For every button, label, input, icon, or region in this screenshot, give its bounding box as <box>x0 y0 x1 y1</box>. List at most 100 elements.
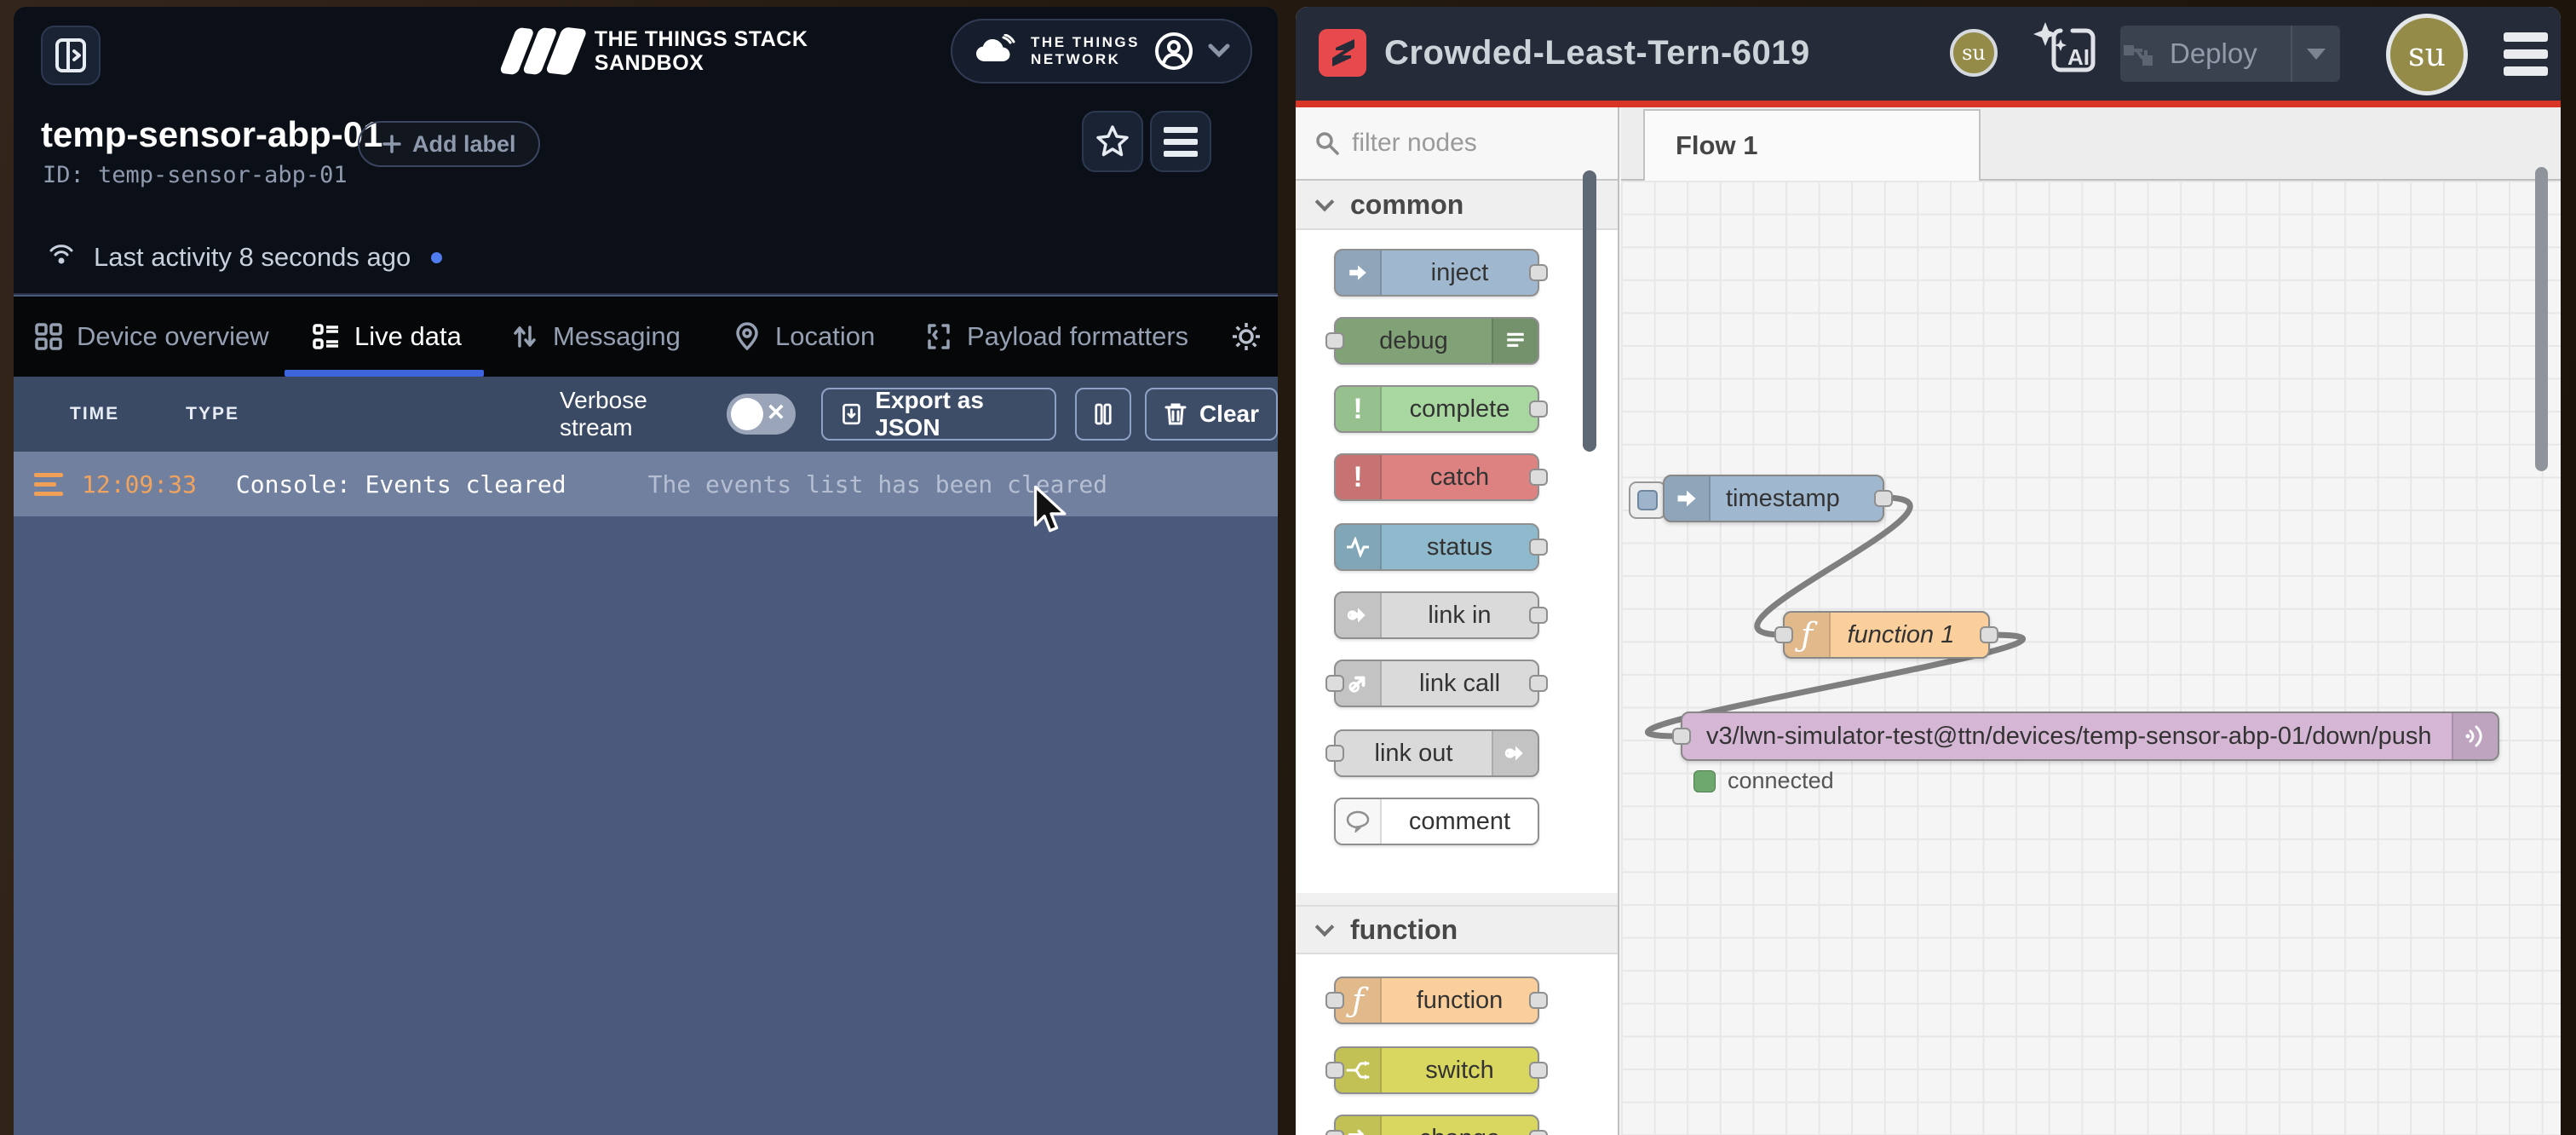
palette-node-catch[interactable]: ! catch <box>1334 453 1539 501</box>
tab-location[interactable]: Location <box>733 297 875 377</box>
palette-node-inject[interactable]: inject <box>1334 249 1539 297</box>
bookmark-star-button[interactable] <box>1082 111 1143 172</box>
palette-node-debug[interactable]: debug <box>1334 317 1539 365</box>
tab-label: Device overview <box>77 321 269 352</box>
event-row[interactable]: 12:09:33 Console: Events cleared The eve… <box>14 452 1278 516</box>
export-json-button[interactable]: Export as JSON <box>821 388 1056 441</box>
ai-assistant-button[interactable]: AI <box>2023 20 2100 89</box>
hamburger-icon <box>1164 127 1198 157</box>
filter-nodes-input[interactable] <box>1352 129 1573 158</box>
ttn-header-bar: THE THINGS STACK SANDBOX THE THINGS NETW… <box>14 7 1278 102</box>
palette-node-function[interactable]: ƒ function <box>1334 977 1539 1024</box>
pause-stream-button[interactable] <box>1075 388 1131 441</box>
output-port[interactable] <box>1529 264 1548 281</box>
nodered-header-bar: Crowded-Least-Tern-6019 su AI Deploy <box>1296 7 2561 101</box>
column-type: TYPE <box>186 404 239 424</box>
desktop: THE THINGS STACK SANDBOX THE THINGS NETW… <box>0 0 2576 1135</box>
tab-live-data[interactable]: Live data <box>312 297 462 377</box>
comment-bubble-icon <box>1336 799 1382 844</box>
flow-tab-label: Flow 1 <box>1676 130 1757 161</box>
output-port[interactable] <box>1529 469 1548 486</box>
pause-icon <box>1094 402 1113 426</box>
tab-payload-formatters[interactable]: Payload formatters <box>924 297 1188 377</box>
output-port[interactable] <box>1980 626 1998 643</box>
event-stream-icon <box>34 473 63 496</box>
column-time: TIME <box>70 404 119 424</box>
palette-node-complete[interactable]: ! complete <box>1334 385 1539 433</box>
canvas-scrollbar[interactable] <box>2535 167 2548 471</box>
output-port[interactable] <box>1529 675 1548 692</box>
palette-node-link-in[interactable]: link in <box>1334 591 1539 639</box>
palette-section-common[interactable]: common <box>1296 181 1618 230</box>
node-palette: common inject debug ! complete <box>1296 107 1619 1135</box>
input-port[interactable] <box>1325 332 1344 349</box>
flow-project-title: Crowded-Least-Tern-6019 <box>1384 34 1810 72</box>
input-port[interactable] <box>1672 728 1691 745</box>
input-port[interactable] <box>1774 626 1793 643</box>
sidebar-toggle-button[interactable] <box>41 26 101 85</box>
output-port[interactable] <box>1529 992 1548 1009</box>
palette-node-switch[interactable]: switch <box>1334 1046 1539 1094</box>
device-title-block: temp-sensor-abp-01 ID: temp-sensor-abp-0… <box>14 102 1278 222</box>
output-port[interactable] <box>1529 607 1548 624</box>
add-label-text: Add label <box>412 131 516 158</box>
tab-messaging[interactable]: Messaging <box>510 297 681 377</box>
clear-label: Clear <box>1199 400 1259 428</box>
clear-events-button[interactable]: Clear <box>1145 388 1278 441</box>
export-json-label: Export as JSON <box>875 387 1038 441</box>
toggle-knob <box>731 398 763 430</box>
palette-node-change[interactable]: change <box>1334 1115 1539 1135</box>
event-type: Console: Events cleared <box>236 470 566 498</box>
flow-tab[interactable]: Flow 1 <box>1643 109 1981 181</box>
deploy-options-button[interactable] <box>2291 26 2340 82</box>
flow-canvas[interactable] <box>1621 181 2561 1135</box>
canvas-node-function1[interactable]: ƒ function 1 <box>1783 611 1990 659</box>
verbose-stream-label: Verbose stream <box>560 387 711 441</box>
palette-section-function[interactable]: function <box>1296 905 1618 954</box>
palette-node-status[interactable]: status <box>1334 523 1539 571</box>
inject-icon <box>1336 251 1382 295</box>
palette-node-link-out[interactable]: link out <box>1334 729 1539 777</box>
palette-filter-row <box>1296 107 1618 181</box>
payload-formatters-icon <box>924 322 953 351</box>
tab-device-overview[interactable]: Device overview <box>34 297 269 377</box>
section-label: common <box>1350 189 1463 221</box>
deploy-button[interactable]: Deploy <box>2120 26 2340 82</box>
user-badge-small[interactable]: su <box>1950 29 1998 77</box>
device-menu-button[interactable] <box>1150 111 1211 172</box>
canvas-node-timestamp[interactable]: timestamp <box>1663 475 1884 522</box>
add-label-button[interactable]: Add label <box>358 121 540 167</box>
output-port[interactable] <box>1529 400 1548 418</box>
input-port[interactable] <box>1325 675 1344 692</box>
output-port[interactable] <box>1874 490 1893 507</box>
live-data-settings-button[interactable] <box>1229 297 1263 377</box>
deploy-nodes-icon <box>2120 37 2158 71</box>
link-in-icon <box>1336 593 1382 637</box>
device-id: ID: temp-sensor-abp-01 <box>43 162 348 188</box>
palette-node-comment[interactable]: comment <box>1334 798 1539 845</box>
output-port[interactable] <box>1529 1130 1548 1135</box>
output-port[interactable] <box>1529 1062 1548 1079</box>
nodered-window: Crowded-Least-Tern-6019 su AI Deploy <box>1296 7 2561 1135</box>
verbose-stream-toggle[interactable]: ✕ <box>727 394 796 435</box>
brand-line2: SANDBOX <box>595 51 808 75</box>
search-icon <box>1314 130 1340 156</box>
network-selector[interactable]: THE THINGS NETWORK <box>951 19 1252 84</box>
output-port[interactable] <box>1529 539 1548 556</box>
chevron-down-icon <box>1315 193 1335 212</box>
last-activity-text: Last activity 8 seconds ago <box>94 242 411 273</box>
input-port[interactable] <box>1325 1130 1344 1135</box>
tab-label: Live data <box>354 321 462 352</box>
canvas-node-mqtt-out[interactable]: v3/lwn-simulator-test@ttn/devices/temp-s… <box>1681 712 2499 761</box>
palette-node-link-call[interactable]: link call <box>1334 660 1539 707</box>
input-port[interactable] <box>1325 992 1344 1009</box>
palette-scrollbar[interactable] <box>1583 170 1596 452</box>
inject-trigger-button[interactable] <box>1629 481 1666 519</box>
input-port[interactable] <box>1325 1062 1344 1079</box>
overview-grid-icon <box>34 322 63 351</box>
network-line1: THE THINGS <box>1031 34 1140 51</box>
main-menu-button[interactable] <box>2504 32 2548 76</box>
input-port[interactable] <box>1325 745 1344 762</box>
inject-icon <box>1665 476 1711 521</box>
user-avatar[interactable]: su <box>2386 14 2468 95</box>
